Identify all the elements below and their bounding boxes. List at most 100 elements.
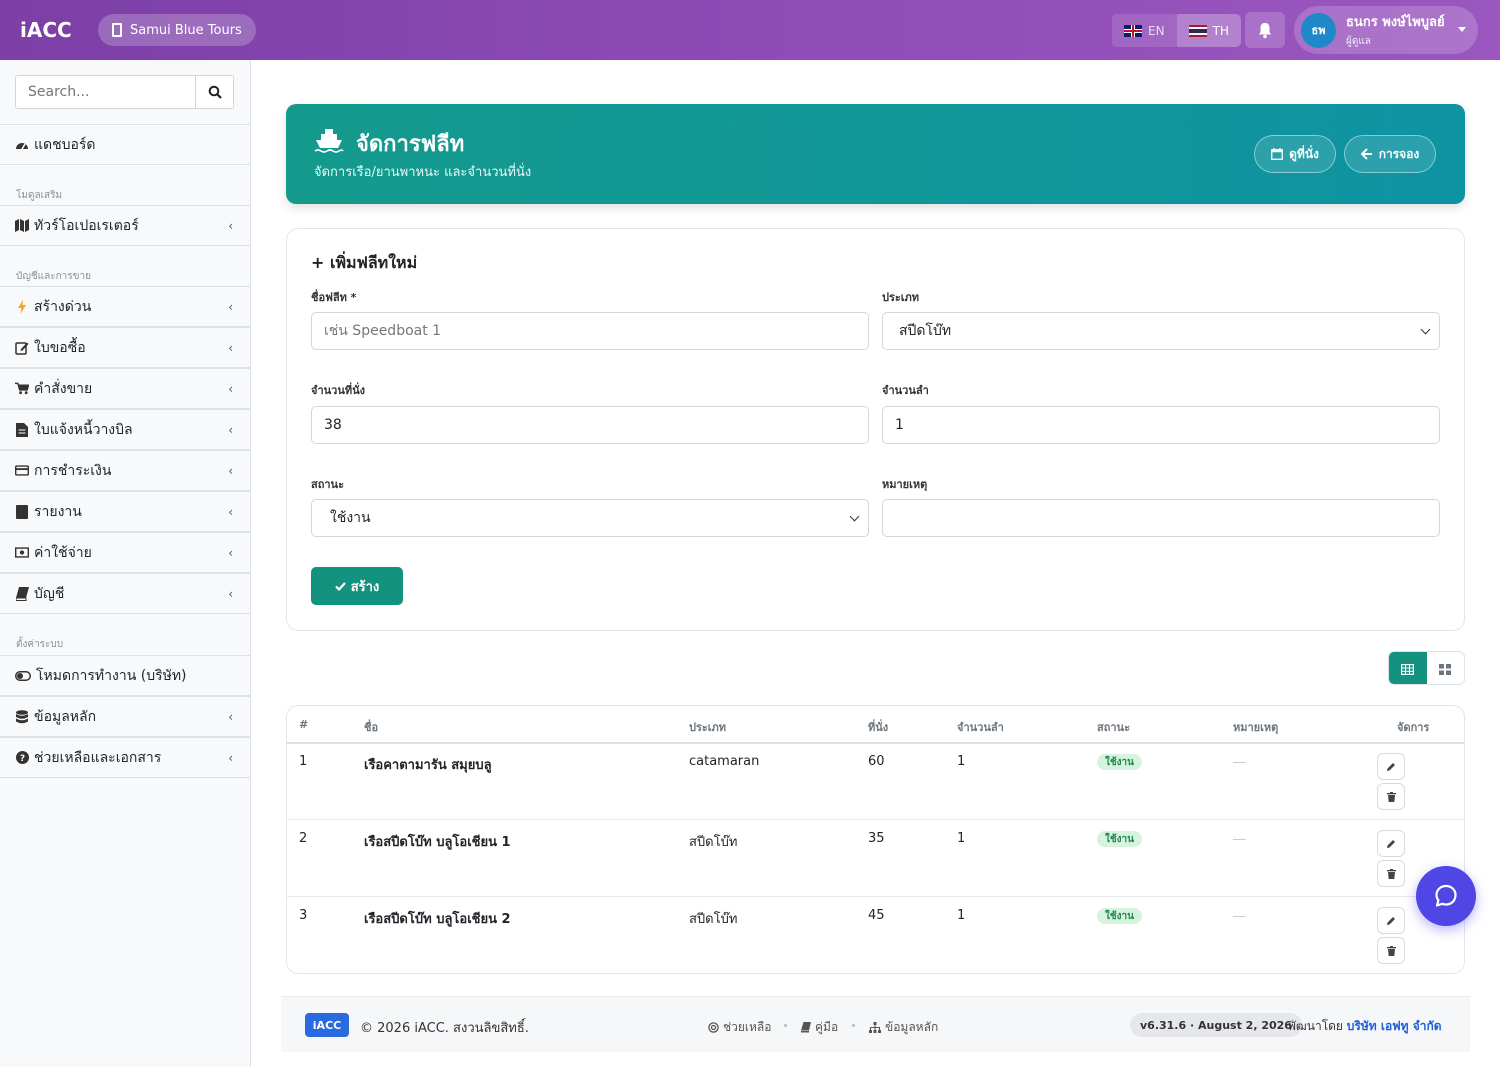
chevron-left-icon: ‹ <box>228 546 233 560</box>
sidebar-item-accounts[interactable]: บัญชี ‹ <box>0 573 250 614</box>
bolt-icon <box>15 299 29 314</box>
form-title: + เพิ่มฟลีทใหม่ <box>311 251 417 276</box>
money-icon <box>15 546 29 560</box>
grid-view-button[interactable] <box>1427 652 1465 684</box>
seats-label: จำนวนที่นั่ง <box>311 384 365 397</box>
chevron-left-icon: ‹ <box>228 219 233 233</box>
sidebar-item-label: การชำระเงิน <box>34 462 112 479</box>
chat-button[interactable] <box>1416 866 1476 926</box>
lang-en-label: EN <box>1148 23 1165 38</box>
section-heading-modules: โมดูลเสริม <box>16 190 63 201</box>
column-header: จัดการ <box>1397 721 1430 734</box>
chevron-left-icon: ‹ <box>228 382 233 396</box>
cell-type: catamaran <box>689 754 760 769</box>
type-label: ประเภท <box>882 291 920 304</box>
fleet-name-input[interactable]: เช่น Speedboat 1 <box>311 312 869 350</box>
chevron-left-icon: ‹ <box>228 341 233 355</box>
sidebar-item-purchase-request[interactable]: ใบขอซื้อ ‹ <box>0 327 250 368</box>
chevron-left-icon: ‹ <box>228 587 233 601</box>
lang-en-button[interactable]: EN <box>1112 14 1177 47</box>
sidebar-item-label: ทัวร์โอเปอเรเตอร์ <box>34 217 139 234</box>
arrow-left-icon <box>1360 148 1372 160</box>
notifications-button[interactable] <box>1245 12 1285 48</box>
sidebar-item-sales-order[interactable]: คำสั่งขาย ‹ <box>0 368 250 409</box>
footer-help-link[interactable]: ช่วยเหลือ <box>708 1018 772 1037</box>
sidebar-item-payment[interactable]: การชำระเงิน ‹ <box>0 450 250 491</box>
company-selector[interactable]: Samui Blue Tours <box>98 14 256 46</box>
cell-number: 2 <box>299 831 308 846</box>
column-header: สถานะ <box>1097 721 1130 734</box>
status-badge: ใช้งาน <box>1097 908 1143 924</box>
view-seats-button[interactable]: ดูที่นั่ง <box>1254 135 1336 173</box>
back-to-bookings-button[interactable]: การจอง <box>1344 135 1436 173</box>
chevron-left-icon: ‹ <box>228 300 233 314</box>
footer-manual-link[interactable]: คู่มือ <box>801 1018 838 1037</box>
trash-icon <box>1386 945 1396 956</box>
seats-input[interactable]: 38 <box>311 406 869 444</box>
search-input[interactable] <box>15 75 196 109</box>
user-name: ธนกร พงษ์ไพบูลย์ <box>1346 15 1445 30</box>
cell-seats: 35 <box>868 831 885 846</box>
sidebar-item-reports[interactable]: รายงาน ‹ <box>0 491 250 532</box>
edit-button[interactable] <box>1377 830 1405 857</box>
developer-credit: พัฒนาโดย บริษัท เอฟทู จำกัด <box>1288 1017 1442 1036</box>
sidebar-item-help-docs[interactable]: ? ช่วยเหลือและเอกสาร ‹ <box>0 737 250 778</box>
type-select[interactable]: สปีดโบ๊ท <box>882 312 1440 350</box>
status-select[interactable]: ใช้งาน <box>311 499 869 537</box>
sidebar-item-label: ใบขอซื้อ <box>34 339 86 356</box>
pencil-icon <box>1387 839 1395 848</box>
version-badge: v6.31.6 · August 2, 2026 <box>1130 1013 1302 1037</box>
building-icon <box>112 23 122 37</box>
brand-logo[interactable]: iACC <box>20 18 98 42</box>
view-seats-label: ดูที่นั่ง <box>1289 146 1319 161</box>
edit-button[interactable] <box>1377 753 1405 780</box>
chevron-left-icon: ‹ <box>228 423 233 437</box>
type-select-value: สปีดโบ๊ท <box>899 323 952 339</box>
book-icon <box>801 1022 811 1033</box>
cell-count: 1 <box>957 831 966 846</box>
footer-separator <box>852 1024 855 1027</box>
life-ring-icon <box>708 1022 719 1033</box>
cell-count: 1 <box>957 908 966 923</box>
sidebar-item-label: ใบแจ้งหนี้วางบิล <box>34 421 133 438</box>
cell-count: 1 <box>957 754 966 769</box>
footer-master-data-link[interactable]: ข้อมูลหลัก <box>869 1018 938 1037</box>
sidebar-item-dashboard[interactable]: แดชบอร์ด <box>0 124 250 165</box>
sitemap-icon <box>869 1022 881 1033</box>
cell-seats: 45 <box>868 908 885 923</box>
fleet-name-label: ชื่อฟลีท * <box>311 291 357 304</box>
edit-button[interactable] <box>1377 907 1405 934</box>
chat-bubble-icon <box>1435 884 1457 907</box>
lang-th-button[interactable]: TH <box>1176 14 1241 47</box>
sidebar-item-invoice[interactable]: ใบแจ้งหนี้วางบิล ‹ <box>0 409 250 450</box>
table-view-button[interactable] <box>1389 652 1427 684</box>
calendar-icon <box>1271 148 1284 160</box>
delete-button[interactable] <box>1377 860 1405 887</box>
edit-icon <box>15 341 29 355</box>
sidebar-item-quick-create[interactable]: สร้างด่วน ‹ <box>0 286 250 327</box>
table-header-divider <box>287 742 1464 744</box>
chevron-down-icon <box>849 511 860 522</box>
sidebar-item-expenses[interactable]: ค่าใช้จ่าย ‹ <box>0 532 250 573</box>
user-menu[interactable]: ธพ ธนกร พงษ์ไพบูลย์ ผู้ดูแล <box>1294 6 1478 54</box>
search-button[interactable] <box>196 75 234 109</box>
column-header: # <box>299 718 309 731</box>
view-toggle <box>1388 651 1465 685</box>
count-input[interactable]: 1 <box>882 406 1440 444</box>
developer-link[interactable]: บริษัท เอฟทู จำกัด <box>1347 1019 1442 1033</box>
delete-button[interactable] <box>1377 783 1405 810</box>
chevron-left-icon: ‹ <box>228 751 233 765</box>
map-icon <box>15 219 29 233</box>
create-button[interactable]: สร้าง <box>311 567 403 605</box>
delete-button[interactable] <box>1377 937 1405 964</box>
database-icon <box>15 709 29 724</box>
note-input[interactable] <box>882 499 1440 537</box>
column-header: ชื่อ <box>364 721 379 734</box>
sidebar: แดชบอร์ด โมดูลเสริม ทัวร์โอเปอเรเตอร์ ‹ … <box>0 60 251 1067</box>
sidebar-item-work-mode[interactable]: โหมดการทำงาน (บริษัท) <box>0 655 250 696</box>
sidebar-item-tour-operator[interactable]: ทัวร์โอเปอเรเตอร์ ‹ <box>0 205 250 246</box>
sidebar-item-master-data[interactable]: ข้อมูลหลัก ‹ <box>0 696 250 737</box>
footer-manual-label: คู่มือ <box>815 1020 839 1034</box>
back-label: การจอง <box>1378 146 1420 161</box>
cell-type: สปีดโบ๊ท <box>689 912 738 927</box>
